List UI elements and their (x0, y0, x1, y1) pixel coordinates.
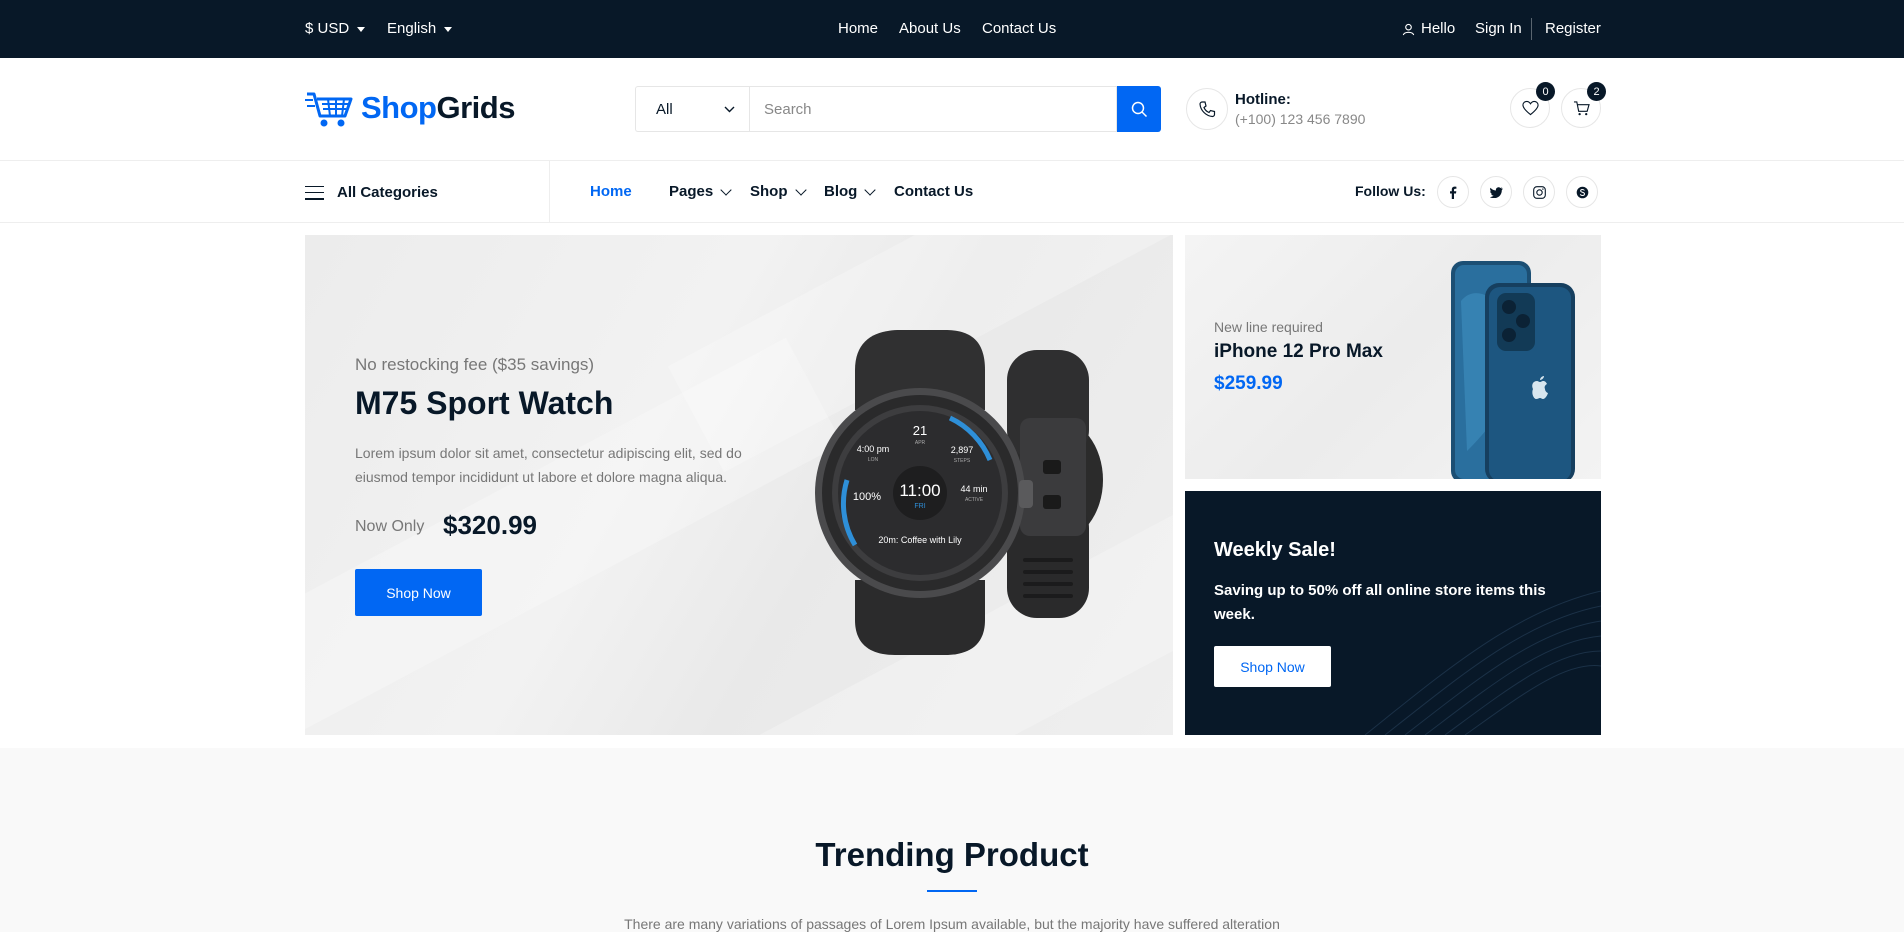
top-bar: $ USD English Home About Us Contact Us H… (0, 0, 1904, 58)
watch-event: 20m: Coffee with Lily (878, 535, 962, 545)
search-input[interactable] (749, 86, 1117, 132)
weekly-sale-description: Saving up to 50% off all online store it… (1214, 582, 1546, 623)
hero-title: M75 Sport Watch (355, 385, 614, 421)
cart-logo-icon (305, 92, 353, 127)
chevron-down-icon (724, 106, 735, 112)
topbar-divider (1531, 18, 1532, 40)
weekly-sale-banner: Weekly Sale! Saving up to 50% off all on… (1185, 491, 1601, 735)
nav-home[interactable]: Home (590, 183, 632, 200)
hero-slider: No restocking fee ($35 savings) M75 Spor… (305, 235, 1173, 735)
heart-icon (1521, 100, 1539, 116)
nav-home-label: Home (590, 183, 632, 200)
hotline-label: Hotline: (1235, 91, 1291, 108)
sign-in-link[interactable]: Sign In (1475, 20, 1522, 38)
search-category-value: All (656, 100, 673, 118)
hero-description: Lorem ipsum dolor sit amet, consectetur … (355, 445, 742, 485)
currency-select[interactable]: $ USD (305, 20, 366, 38)
hello-text: Hello (1421, 20, 1456, 37)
logo-text-shop: Shop (361, 90, 437, 125)
watch-steps-label: STEPS (954, 458, 971, 464)
instagram-icon[interactable] (1523, 176, 1555, 208)
iphone-banner[interactable]: New line required iPhone 12 Pro Max $259… (1185, 235, 1601, 479)
wishlist-button[interactable]: 0 (1510, 82, 1555, 128)
wishlist-count-badge: 0 (1536, 82, 1555, 101)
chevron-down-icon (444, 26, 453, 32)
hero-shop-now-button[interactable]: Shop Now (355, 569, 482, 616)
watch-active: 44 min (960, 484, 987, 494)
nav-contact-label: Contact Us (894, 183, 974, 200)
hotline-number[interactable]: (+100) 123 456 7890 (1235, 111, 1365, 127)
topbar-link-home[interactable]: Home (838, 20, 878, 38)
follow-us-label: Follow Us: (1355, 183, 1426, 199)
cart-button[interactable]: 2 (1561, 82, 1606, 128)
logo-text: ShopGrids (361, 90, 515, 126)
cart-count-badge: 2 (1587, 82, 1606, 101)
watch-active-label: ACTIVE (965, 497, 984, 503)
chevron-down-icon (794, 183, 807, 196)
topbar-link-about[interactable]: About Us (899, 20, 961, 38)
hotline-icon-wrap (1186, 88, 1228, 130)
skype-icon[interactable] (1566, 176, 1598, 208)
trending-description: There are many variations of passages of… (624, 916, 1280, 932)
user-icon (1402, 23, 1415, 35)
topbar-link-contact[interactable]: Contact Us (982, 20, 1056, 38)
search-category-select[interactable]: All (635, 86, 749, 132)
nav-contact[interactable]: Contact Us (894, 183, 973, 200)
smartwatch-image: 11:00 FRI 21 APR 4:00 pm LON 2,897 STEPS… (815, 330, 1103, 655)
nav-shop-label: Shop (750, 183, 788, 200)
phone-icon (1199, 101, 1216, 118)
nav-blog-label: Blog (824, 183, 858, 200)
nav-pages-label: Pages (669, 183, 714, 200)
chevron-down-icon (864, 183, 876, 196)
twitter-icon[interactable] (1480, 176, 1512, 208)
language-select[interactable]: English (387, 20, 453, 38)
chevron-down-icon (720, 183, 732, 196)
all-categories-button[interactable]: All Categories (305, 184, 438, 201)
watch-time: 11:00 (899, 481, 940, 500)
search-bar: All (635, 86, 1161, 132)
watch-left-time: 4:00 pm (857, 444, 890, 454)
weekly-shop-now-button[interactable]: Shop Now (1214, 646, 1331, 687)
iphone-banner-subtitle: New line required (1214, 319, 1323, 335)
search-button[interactable] (1117, 86, 1161, 132)
all-categories-label: All Categories (337, 184, 438, 201)
trending-underline (927, 890, 977, 892)
iphone-image (1451, 261, 1575, 479)
watch-steps: 2,897 (951, 445, 974, 455)
nav-pages[interactable]: Pages (669, 183, 732, 200)
hero-subtitle: No restocking fee ($35 savings) (355, 355, 595, 374)
hero-price: $320.99 (443, 510, 537, 540)
watch-day: FRI (914, 503, 925, 510)
nav-shop[interactable]: Shop (750, 183, 807, 200)
language-value: English (387, 20, 437, 37)
trending-title: Trending Product (815, 836, 1089, 873)
facebook-icon[interactable] (1437, 176, 1469, 208)
menu-icon (305, 185, 324, 200)
logo-text-grids: Grids (436, 90, 516, 125)
nav-divider (549, 161, 550, 223)
watch-left-label: LON (868, 457, 879, 463)
chevron-down-icon (357, 26, 366, 32)
iphone-banner-title: iPhone 12 Pro Max (1214, 341, 1383, 362)
cart-icon (1573, 101, 1590, 116)
currency-value: $ USD (305, 20, 350, 37)
iphone-banner-price: $259.99 (1214, 373, 1283, 394)
hero-now-only: Now Only (355, 518, 425, 535)
watch-date: 21 (913, 423, 927, 438)
weekly-sale-title: Weekly Sale! (1214, 539, 1336, 561)
watch-battery: 100% (853, 491, 881, 503)
nav-blog[interactable]: Blog (824, 183, 876, 200)
watch-month: APR (915, 440, 926, 446)
logo[interactable]: ShopGrids (305, 87, 515, 129)
search-icon (1131, 101, 1147, 117)
user-greeting: Hello (1402, 20, 1455, 38)
register-link[interactable]: Register (1545, 20, 1601, 38)
